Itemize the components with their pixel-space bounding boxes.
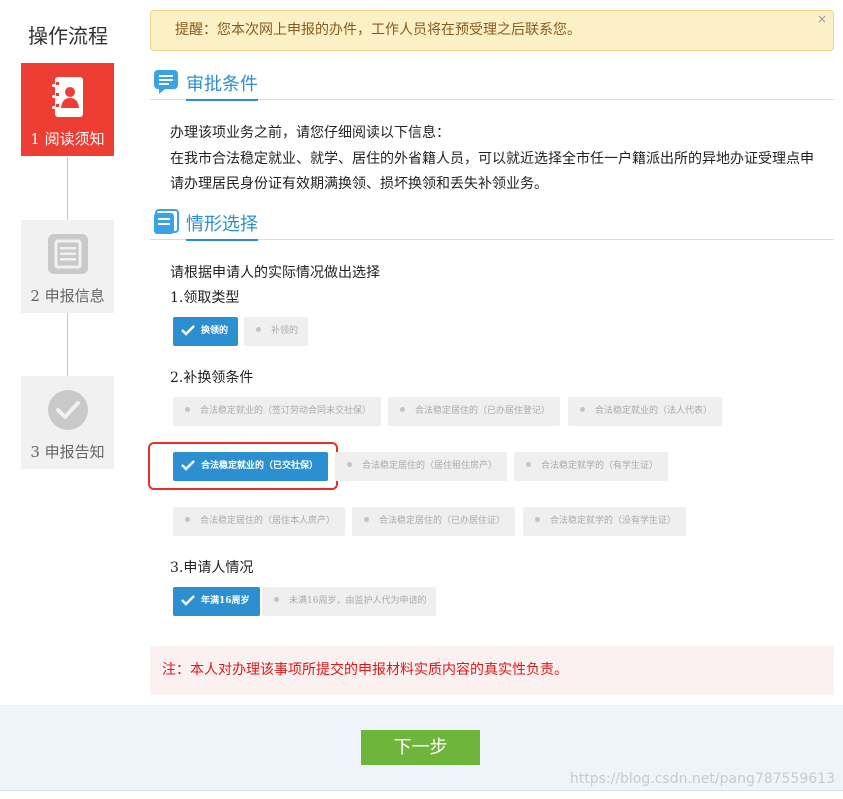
radio-dot-icon (580, 407, 585, 412)
check-icon (181, 324, 195, 336)
watermark: https://blog.csdn.net/pang787559613 (569, 771, 835, 787)
check-icon (181, 594, 195, 606)
step-fill-info[interactable]: 2 申报信息 (21, 220, 114, 313)
option-label: 补领的 (271, 326, 299, 336)
approval-line: 请办理居民身份证有效期满换领、损坏换领和丢失补领业务。 (170, 176, 548, 192)
step-read-notice[interactable]: 1 阅读须知 (21, 63, 114, 156)
alert-text: 提醒：您本次网上申报的办件，工作人员将在预受理之后联系您。 (175, 22, 581, 38)
step-label: 1 阅读须知 (30, 130, 105, 148)
situation-intro: 请根据申请人的实际情况做出选择 (170, 265, 380, 281)
close-icon[interactable]: × (817, 11, 827, 27)
chat-bubble-icon (153, 69, 179, 95)
option-condition[interactable]: 合法稳定就学的（有学生证） (514, 452, 669, 481)
option-label: 合法稳定居住的（已办居住证） (379, 516, 506, 526)
check-circle-icon (47, 389, 89, 431)
group-title-pickup-type: 1.领取类型 (170, 290, 240, 306)
radio-dot-icon (347, 462, 352, 467)
group-title-conditions: 2.补换领条件 (170, 370, 254, 386)
option-condition[interactable]: 合法稳定就业的（法人代表） (568, 397, 723, 426)
responsibility-notice: 注：本人对办理该事项所提交的申报材料实质内容的真实性负责。 (150, 646, 834, 695)
option-label: 合法稳定就业的（已交社保） (201, 461, 319, 471)
option-label: 年满16周岁 (201, 596, 250, 606)
option-label: 合法稳定就业的（签订劳动合同未交社保） (200, 406, 372, 416)
next-step-button[interactable]: 下一步 (361, 730, 480, 765)
option-label: 换领的 (201, 326, 229, 336)
option-condition[interactable]: 合法稳定就业的（签订劳动合同未交社保） (173, 397, 382, 426)
option-condition[interactable]: 合法稳定居住的（居住本人房产） (173, 507, 346, 536)
step-notify[interactable]: 3 申报告知 (21, 376, 114, 469)
option-condition[interactable]: 合法稳定居住的（居住租住房产） (335, 452, 508, 481)
bottom-divider (0, 790, 843, 791)
option-label: 合法稳定居住的（已办居住登记） (415, 406, 551, 416)
reminder-alert: 提醒：您本次网上申报的办件，工作人员将在预受理之后联系您。 × (150, 10, 834, 51)
windows-icon (153, 209, 179, 235)
radio-dot-icon (364, 517, 369, 522)
option-label: 合法稳定居住的（居住租住房产） (362, 461, 498, 471)
approval-line: 办理该项业务之前，请您仔细阅读以下信息： (170, 125, 450, 141)
approval-section-header: 审批条件 (150, 68, 834, 101)
step-connector (67, 313, 68, 376)
radio-dot-icon (256, 327, 261, 332)
option-label: 合法稳定就学的（没有学生证） (550, 516, 677, 526)
situation-section-header: 情形选择 (150, 208, 834, 241)
radio-dot-icon (185, 407, 190, 412)
flow-title: 操作流程 (28, 24, 108, 48)
option-label: 合法稳定就学的（有学生证） (541, 461, 659, 471)
step-connector (67, 157, 68, 220)
option-label: 合法稳定居住的（居住本人房产） (200, 516, 336, 526)
radio-dot-icon (526, 462, 531, 467)
radio-dot-icon (535, 517, 540, 522)
option-renew[interactable]: 换领的 (173, 317, 239, 346)
option-condition[interactable]: 合法稳定居住的（已办居住登记） (388, 397, 561, 426)
option-condition[interactable]: 合法稳定居住的（已办居住证） (352, 507, 516, 536)
option-reissue[interactable]: 补领的 (244, 317, 309, 346)
check-icon (181, 459, 195, 471)
group-title-applicant: 3.申请人情况 (170, 560, 254, 576)
step-label: 3 申报告知 (30, 443, 105, 461)
contact-book-icon (47, 76, 89, 118)
radio-dot-icon (400, 407, 405, 412)
approval-line: 在我市合法稳定就业、就学、居住的外省籍人员，可以就近选择全市任一户籍派出所的异地… (170, 151, 814, 167)
step-label: 2 申报信息 (30, 287, 105, 305)
option-age-under-16[interactable]: 未满16周岁，由监护人代为申请的 (262, 587, 437, 616)
option-condition-selected[interactable]: 合法稳定就业的（已交社保） (173, 452, 329, 481)
option-condition[interactable]: 合法稳定就学的（没有学生证） (523, 507, 687, 536)
option-age-over-16[interactable]: 年满16周岁 (173, 587, 260, 616)
radio-dot-icon (185, 517, 190, 522)
radio-dot-icon (274, 597, 279, 602)
document-list-icon (47, 233, 89, 275)
option-label: 合法稳定就业的（法人代表） (595, 406, 713, 416)
option-label: 未满16周岁，由监护人代为申请的 (289, 596, 427, 606)
section-title: 审批条件 (186, 70, 258, 101)
section-title: 情形选择 (186, 210, 258, 241)
